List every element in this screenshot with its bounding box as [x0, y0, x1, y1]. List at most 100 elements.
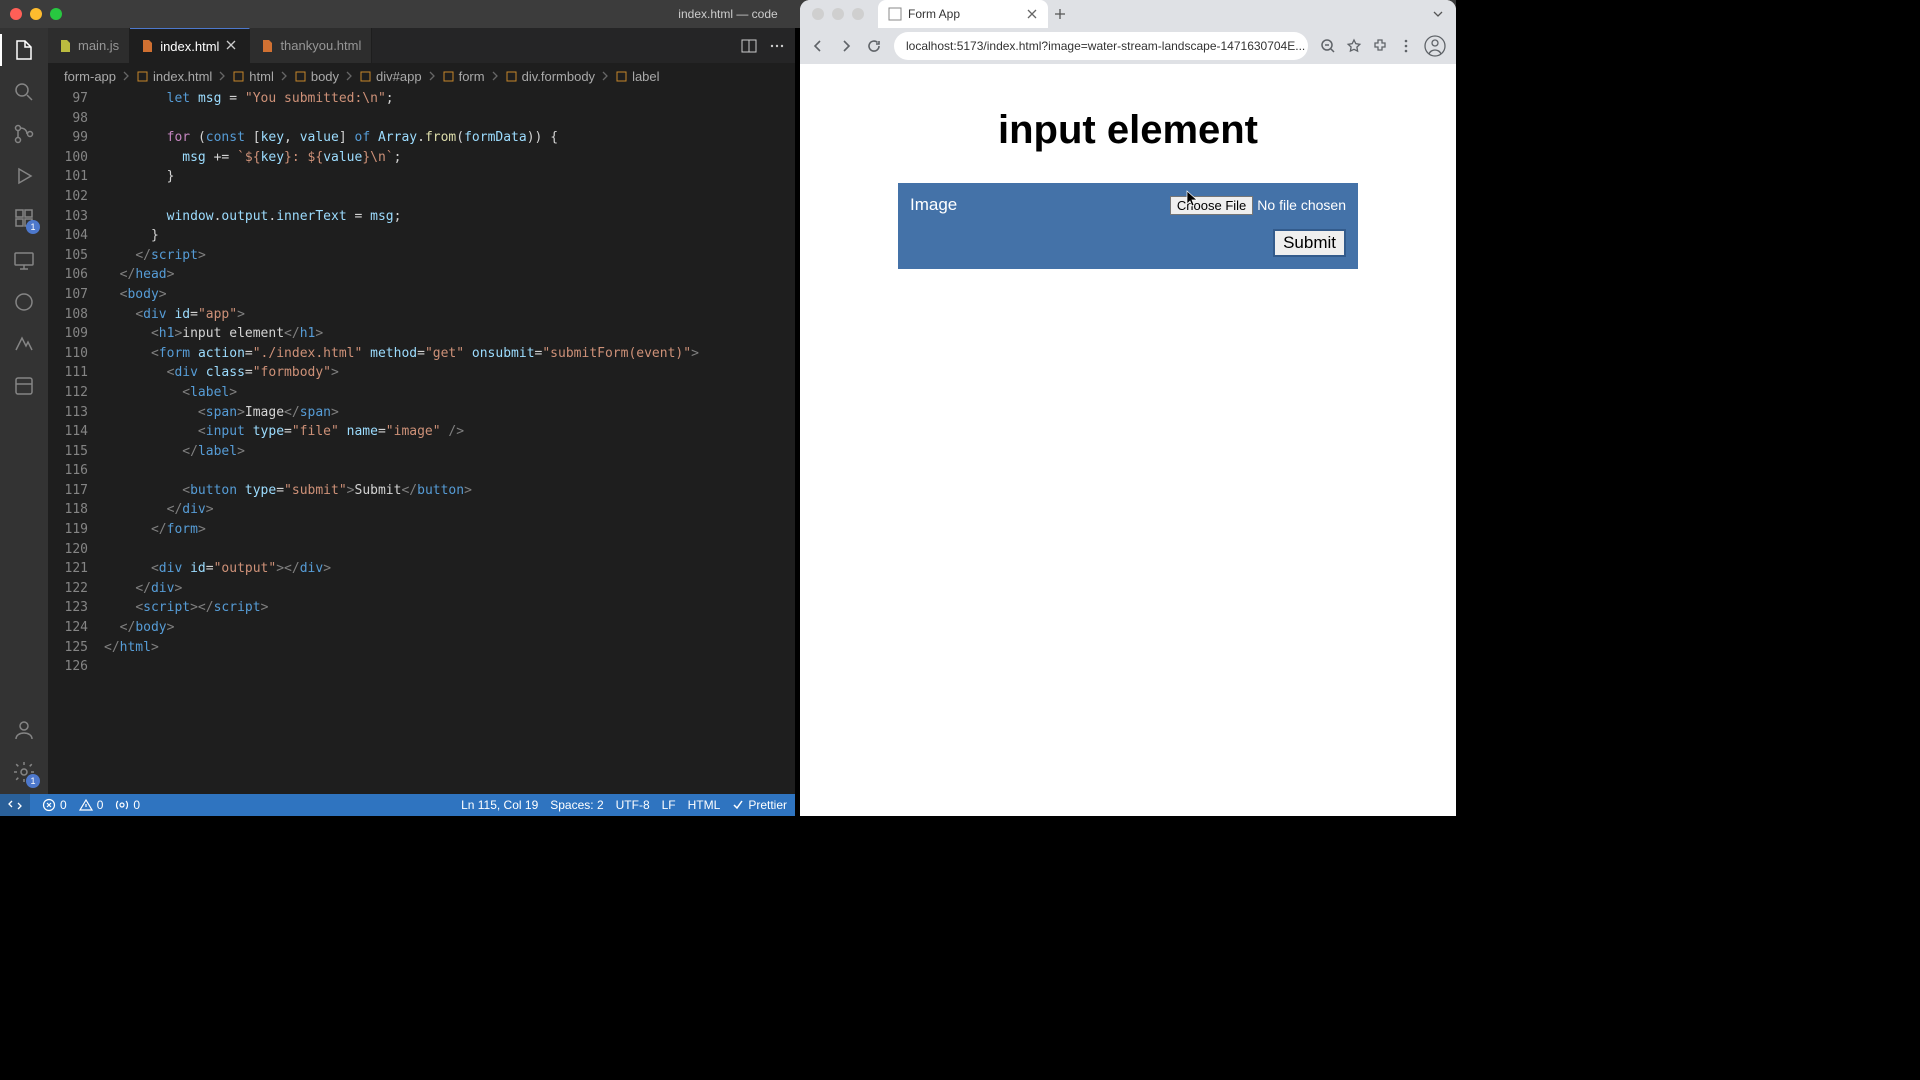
code-line[interactable]: msg += `${key}: ${value}\n`;	[104, 148, 795, 168]
zoom-icon[interactable]	[1320, 38, 1336, 54]
code-line[interactable]: </html>	[104, 638, 795, 658]
html-file-icon	[140, 39, 154, 53]
code-line[interactable]: for (const [key, value] of Array.from(fo…	[104, 128, 795, 148]
code-line[interactable]: <div class="formbody">	[104, 363, 795, 383]
page-heading: input element	[998, 108, 1258, 153]
account-icon[interactable]	[12, 718, 36, 742]
errors-count[interactable]: 0	[42, 798, 67, 812]
code-line[interactable]: }	[104, 167, 795, 187]
code-line[interactable]: </body>	[104, 618, 795, 638]
new-tab-button[interactable]	[1048, 8, 1072, 20]
source-control-icon[interactable]	[12, 122, 36, 146]
code-line[interactable]: window.output.innerText = msg;	[104, 207, 795, 227]
close-tab-icon[interactable]	[225, 39, 239, 53]
breadcrumb-html[interactable]: html	[232, 69, 274, 84]
split-editor-icon[interactable]	[741, 38, 757, 54]
extensions-puzzle-icon[interactable]	[1372, 38, 1388, 54]
code-line[interactable]: <label>	[104, 383, 795, 403]
code-line[interactable]	[104, 540, 795, 560]
settings-gear-icon[interactable]: 1	[12, 760, 36, 784]
code-line[interactable]: </label>	[104, 442, 795, 462]
code-line[interactable]: <h1>input element</h1>	[104, 324, 795, 344]
breadcrumb-div-formbody[interactable]: div.formbody	[505, 69, 595, 84]
browser-maximize-button[interactable]	[852, 8, 864, 20]
warnings-count[interactable]: 0	[79, 798, 104, 812]
code-line[interactable]: </script>	[104, 246, 795, 266]
close-window-button[interactable]	[10, 8, 22, 20]
back-button[interactable]	[810, 38, 826, 54]
code-line[interactable]: </div>	[104, 500, 795, 520]
breadcrumb-form[interactable]: form	[442, 69, 485, 84]
code-line[interactable]: <form action="./index.html" method="get"…	[104, 344, 795, 364]
tab-overflow-icon[interactable]	[1426, 7, 1450, 21]
activity-bar: 1 1	[0, 28, 48, 794]
code-line[interactable]: }	[104, 226, 795, 246]
language-mode[interactable]: HTML	[688, 798, 721, 812]
address-bar[interactable]: localhost:5173/index.html?image=water-st…	[894, 32, 1308, 60]
bookmark-star-icon[interactable]	[1346, 38, 1362, 54]
close-tab-icon[interactable]	[1026, 8, 1038, 20]
code-line[interactable]: </form>	[104, 520, 795, 540]
breadcrumb-label[interactable]: label	[615, 69, 659, 84]
code-editor[interactable]: 9798991001011021031041051061071081091101…	[48, 89, 795, 794]
cursor-position[interactable]: Ln 115, Col 19	[461, 798, 538, 812]
status-bar: 0 0 0 Ln 115, Col 19 Spaces: 2 UTF-8 LF …	[0, 794, 795, 816]
editor-tab-main-js[interactable]: main.js	[48, 28, 130, 63]
profile-avatar[interactable]	[1424, 35, 1446, 57]
activity-extra-1-icon[interactable]	[12, 290, 36, 314]
breadcrumb-div-app[interactable]: div#app	[359, 69, 422, 84]
line-number: 112	[48, 383, 88, 403]
code-line[interactable]: </div>	[104, 579, 795, 599]
explorer-icon[interactable]	[12, 38, 36, 62]
editor-tab-thankyou-html[interactable]: thankyou.html	[250, 28, 372, 63]
breadcrumb-index-html[interactable]: index.html	[136, 69, 212, 84]
search-icon[interactable]	[12, 80, 36, 104]
browser-toolbar: localhost:5173/index.html?image=water-st…	[800, 28, 1456, 64]
chevron-right-icon	[426, 70, 438, 82]
formatter[interactable]: Prettier	[732, 798, 787, 812]
browser-minimize-button[interactable]	[832, 8, 844, 20]
code-line[interactable]	[104, 657, 795, 677]
line-number: 105	[48, 246, 88, 266]
image-label: Image	[910, 195, 957, 215]
code-line[interactable]	[104, 461, 795, 481]
code-line[interactable]: </head>	[104, 265, 795, 285]
activity-extra-2-icon[interactable]	[12, 332, 36, 356]
breadcrumb-body[interactable]: body	[294, 69, 339, 84]
encoding[interactable]: UTF-8	[616, 798, 650, 812]
indentation[interactable]: Spaces: 2	[550, 798, 603, 812]
remote-indicator[interactable]	[0, 794, 30, 816]
form-body: Image Choose File No file chosen Submit	[898, 183, 1358, 269]
code-line[interactable]: <button type="submit">Submit</button>	[104, 481, 795, 501]
browser-tab[interactable]: Form App	[878, 0, 1048, 28]
code-line[interactable]: <body>	[104, 285, 795, 305]
code-line[interactable]: <input type="file" name="image" />	[104, 422, 795, 442]
browser-close-button[interactable]	[812, 8, 824, 20]
more-actions-icon[interactable]	[769, 38, 785, 54]
minimize-window-button[interactable]	[30, 8, 42, 20]
breadcrumbs[interactable]: form-app index.html html body div#app form div…	[48, 63, 795, 89]
eol[interactable]: LF	[662, 798, 676, 812]
editor-tab-index-html[interactable]: index.html	[130, 28, 250, 63]
forward-button[interactable]	[838, 38, 854, 54]
editor-actions	[731, 28, 795, 63]
choose-file-button[interactable]: Choose File	[1170, 196, 1253, 215]
port-count[interactable]: 0	[115, 798, 140, 812]
menu-dots-icon[interactable]	[1398, 38, 1414, 54]
code-line[interactable]: <script></script>	[104, 598, 795, 618]
extensions-icon[interactable]: 1	[12, 206, 36, 230]
remote-explorer-icon[interactable]	[12, 248, 36, 272]
code-line[interactable]: <span>Image</span>	[104, 403, 795, 423]
page-content: input element Image Choose File No file …	[800, 64, 1456, 816]
submit-button[interactable]: Submit	[1273, 229, 1346, 257]
activity-extra-3-icon[interactable]	[12, 374, 36, 398]
breadcrumb-form-app[interactable]: form-app	[64, 69, 116, 84]
code-line[interactable]: let msg = "You submitted:\n";	[104, 89, 795, 109]
code-line[interactable]: <div id="output"></div>	[104, 559, 795, 579]
maximize-window-button[interactable]	[50, 8, 62, 20]
code-line[interactable]: <div id="app">	[104, 305, 795, 325]
run-debug-icon[interactable]	[12, 164, 36, 188]
reload-button[interactable]	[866, 38, 882, 54]
code-line[interactable]	[104, 187, 795, 207]
code-line[interactable]	[104, 109, 795, 129]
